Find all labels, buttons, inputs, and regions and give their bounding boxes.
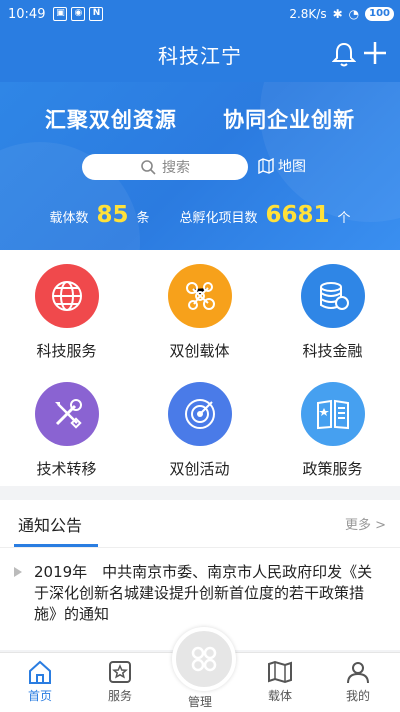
nav-carrier[interactable]: 载体	[245, 657, 315, 704]
banner-slogan: 汇聚双创资源 协同企业创新	[0, 104, 400, 134]
notification-icons: ▣ ◉ N	[53, 7, 104, 21]
hero-banner: 汇聚双创资源 协同企业创新 搜索 地图 载体数 85 条 总孵化项目数 6681…	[0, 82, 400, 250]
banner-stats: 载体数 85 条 总孵化项目数 6681 个	[0, 202, 400, 228]
globe-icon	[34, 264, 99, 328]
image-notification-icon: ▣	[53, 7, 68, 21]
service-transfer[interactable]: 技术转移	[0, 368, 133, 486]
book-icon	[300, 382, 365, 446]
carrier-count: 85	[96, 202, 129, 228]
star-box-icon	[85, 657, 155, 687]
network-icon	[167, 264, 232, 328]
bottom-nav: 首页 服务 管理 载体 我的	[0, 627, 400, 712]
nav-mine-label: 我的	[345, 689, 370, 703]
nav-home-label: 首页	[27, 689, 52, 703]
bullet-icon	[14, 567, 22, 577]
search-placeholder: 搜索	[162, 160, 190, 176]
n-notification-icon: N	[89, 7, 104, 21]
service-policy[interactable]: 政策服务	[266, 368, 399, 486]
map-icon	[258, 158, 274, 174]
search-input[interactable]: 搜索	[82, 154, 248, 180]
projects-unit: 个	[337, 211, 351, 226]
grid-icon	[191, 646, 217, 672]
service-label: 政策服务	[302, 460, 363, 478]
battery-icon: 100	[365, 7, 394, 21]
user-icon	[323, 657, 393, 687]
manage-button[interactable]	[172, 627, 236, 691]
service-label: 技术转移	[36, 460, 97, 478]
nav-manage-label: 管理	[187, 695, 212, 709]
notice-title: 通知公告	[18, 516, 83, 535]
status-time: 10:49	[8, 6, 46, 22]
bell-icon[interactable]	[331, 42, 357, 72]
app-notification-icon: ◉	[71, 7, 86, 21]
home-icon	[5, 657, 75, 687]
service-label: 科技服务	[36, 342, 97, 360]
add-icon[interactable]	[362, 40, 388, 70]
more-link[interactable]: 更多 >	[345, 514, 386, 533]
nav-mine[interactable]: 我的	[323, 657, 393, 704]
title-bar: 科技江宁	[0, 28, 400, 82]
projects-label: 总孵化项目数	[179, 211, 258, 226]
nav-home[interactable]: 首页	[5, 657, 75, 704]
service-activity[interactable]: 双创活动	[133, 368, 266, 486]
map-label: 地图	[278, 159, 306, 175]
nav-service[interactable]: 服务	[85, 657, 155, 704]
nav-carrier-label: 载体	[267, 689, 292, 703]
service-label: 双创载体	[169, 342, 230, 360]
coins-icon	[300, 264, 365, 328]
slogan-right: 协同企业创新	[223, 108, 356, 132]
map-book-icon	[245, 657, 315, 687]
banner-decoration	[260, 82, 400, 222]
map-button[interactable]: 地图	[258, 156, 306, 176]
service-carrier[interactable]: 双创载体	[133, 250, 266, 368]
carrier-label: 载体数	[49, 211, 89, 226]
service-label: 科技金融	[302, 342, 363, 360]
notice-item[interactable]: 2019年 中共南京市委、南京市人民政府印发《关于深化创新名城建设提升创新首位度…	[34, 562, 380, 625]
service-grid: 科技服务 双创载体 科技金融 技术转移 双创活动 政策服务	[0, 250, 400, 486]
carrier-unit: 条	[136, 211, 150, 226]
network-speed: 2.8K/s	[289, 7, 327, 21]
service-label: 双创活动	[169, 460, 230, 478]
tools-icon	[34, 382, 99, 446]
status-right: 2.8K/s ✱ ◔ 100	[289, 7, 394, 21]
wifi-icon: ◔	[348, 7, 360, 21]
slogan-left: 汇聚双创资源	[44, 108, 177, 132]
radar-icon	[167, 382, 232, 446]
status-bar: 10:49 ▣ ◉ N 2.8K/s ✱ ◔ 100	[0, 0, 400, 28]
divider	[0, 547, 400, 548]
nav-service-label: 服务	[107, 689, 132, 703]
search-icon	[141, 160, 156, 175]
projects-count: 6681	[265, 202, 330, 228]
service-finance[interactable]: 科技金融	[266, 250, 399, 368]
service-tech[interactable]: 科技服务	[0, 250, 133, 368]
bluetooth-icon: ✱	[332, 7, 343, 21]
